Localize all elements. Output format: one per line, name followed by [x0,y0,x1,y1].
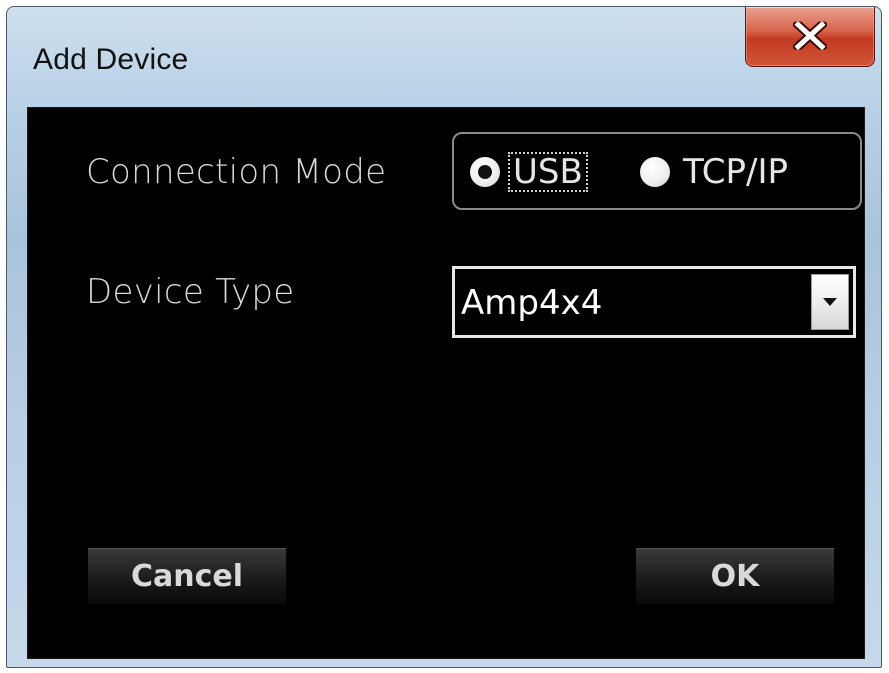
radio-checked-icon [470,157,500,187]
connection-mode-group: USB TCP/IP [452,132,862,210]
ok-button[interactable]: OK [636,548,834,604]
device-type-value: Amp4x4 [461,283,603,323]
radio-usb[interactable]: USB [470,152,588,192]
chevron-down-icon [823,298,837,306]
radio-tcp-ip[interactable]: TCP/IP [640,152,791,192]
connection-mode-label: Connection Mode [86,152,387,192]
window-title: Add Device [33,43,189,76]
title-bar[interactable]: Add Device [7,7,881,93]
device-type-select[interactable]: Amp4x4 [452,266,856,338]
radio-tcp-ip-label: TCP/IP [683,152,789,192]
add-device-dialog: Add Device Connection Mode USB TCP/IP De… [6,6,882,668]
radio-usb-label: USB [508,152,588,192]
dialog-body: Connection Mode USB TCP/IP Device Type A… [27,107,865,659]
radio-unchecked-icon [640,157,670,187]
device-type-label: Device Type [86,272,295,312]
dropdown-button[interactable] [811,274,849,330]
close-button[interactable] [745,7,875,67]
cancel-button[interactable]: Cancel [88,548,286,604]
close-icon [793,21,827,50]
